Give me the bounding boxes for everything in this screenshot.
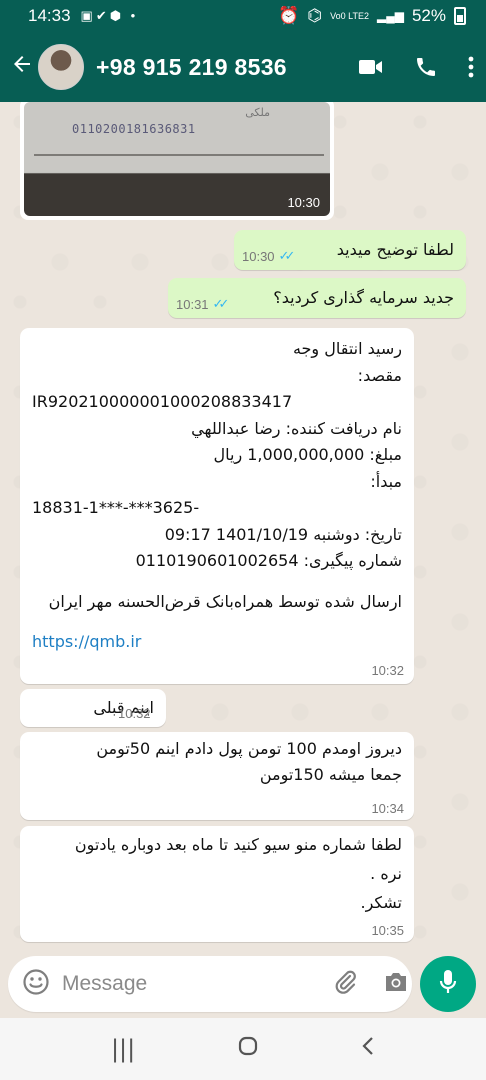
- battery-icon: [454, 7, 466, 25]
- chat-header: +98 915 219 8536: [0, 32, 486, 102]
- message-time: 10:31: [176, 296, 209, 312]
- home-icon[interactable]: [237, 1035, 259, 1063]
- back-arrow-icon[interactable]: [8, 52, 36, 83]
- outgoing-message[interactable]: لطفا توضیح میدید 10:30 ✓✓: [234, 230, 466, 270]
- status-time: 14:33: [28, 6, 71, 25]
- photo-divider: [34, 154, 324, 156]
- message-composer: [0, 952, 486, 1018]
- message-time: 10:32: [118, 706, 151, 721]
- incoming-message[interactable]: لطفا شماره منو سیو کنید تا ماه بعد دوبار…: [20, 826, 414, 942]
- outgoing-message[interactable]: جدید سرمایه گذاری کردید؟ 10:31 ✓✓: [168, 278, 466, 318]
- message-time: 10:30: [287, 195, 320, 210]
- receipt-recipient: نام دریافت کننده: رضا عبداللهي: [191, 418, 402, 438]
- back-nav-icon[interactable]: [361, 1035, 375, 1063]
- message-time: 10:30: [242, 248, 275, 264]
- alarm-icon: ⏰: [278, 6, 300, 25]
- receipt-tracking-number: شماره پیگیری: 0110190601002654: [135, 551, 402, 570]
- message-time: 10:34: [371, 801, 404, 816]
- receipt-iban: IR920210000001000208833417: [32, 392, 293, 411]
- message-text: لطفا توضیح میدید: [336, 240, 454, 259]
- receipt-link[interactable]: https://qmb.ir: [32, 629, 402, 656]
- incoming-message[interactable]: رسید انتقال وجه مقصد: IR9202100000010002…: [20, 328, 414, 684]
- message-text: دیروز اومدم 100 تومن پول دادم اینم 50توم…: [96, 739, 402, 758]
- more-options-icon[interactable]: [468, 56, 474, 78]
- receipt-source-label: مبدأ:: [370, 471, 402, 491]
- camera-icon[interactable]: [383, 970, 409, 998]
- message-input-container[interactable]: [8, 956, 412, 1012]
- read-ticks-icon: ✓✓: [212, 296, 230, 311]
- chat-area[interactable]: ملکی 0110200181636831 10:30 لطفا توضیح م…: [0, 102, 486, 952]
- read-ticks-icon: ✓✓: [278, 248, 296, 263]
- wifi-key-icon: ⌬: [307, 6, 323, 25]
- attach-icon[interactable]: [333, 969, 359, 999]
- message-text: نره .: [370, 864, 402, 883]
- network-indicator: Vo0 LTE2: [330, 10, 369, 21]
- contact-name[interactable]: +98 915 219 8536: [96, 54, 287, 81]
- message-text: لطفا شماره منو سیو کنید تا ماه بعد دوبار…: [74, 835, 402, 854]
- voice-message-button[interactable]: [420, 956, 476, 1012]
- status-bar: 14:33 ▣✔⬢ • ⏰ ⌬ Vo0 LTE2 ▂▄▆ 52%: [0, 0, 486, 32]
- system-nav-bar: |||: [0, 1018, 486, 1080]
- receipt-date: تاریخ: دوشنبه 1401/10/19 09:17: [164, 524, 402, 544]
- message-text: جمعا میشه 150تومن: [259, 765, 402, 784]
- microphone-icon: [438, 968, 458, 1000]
- phone-call-icon[interactable]: [414, 55, 438, 79]
- signal-icon: ▂▄▆: [377, 9, 404, 23]
- message-time: 10:32: [371, 663, 404, 678]
- receipt-sender-bank: ارسال شده توسط همراه‌بانک قرض‌الحسنه مهر…: [48, 591, 402, 611]
- video-call-icon[interactable]: [358, 57, 384, 77]
- photo-handwriting: ملکی: [245, 106, 270, 119]
- message-time: 10:35: [371, 923, 404, 938]
- recent-apps-icon[interactable]: |||: [111, 1035, 135, 1063]
- notification-icons: ▣✔⬢ •: [80, 8, 139, 23]
- incoming-message[interactable]: اینم قبلی 10:32: [20, 689, 166, 727]
- message-input[interactable]: [62, 972, 333, 996]
- receipt-photo[interactable]: ملکی 0110200181636831: [24, 102, 330, 216]
- receipt-title: رسید انتقال وجه: [292, 339, 402, 358]
- image-message[interactable]: ملکی 0110200181636831 10:30: [20, 102, 334, 220]
- receipt-destination-label: مقصد:: [357, 365, 402, 385]
- receipt-amount: مبلغ: 1,000,000,000 ریال: [213, 445, 402, 464]
- contact-avatar[interactable]: [38, 44, 84, 90]
- emoji-icon[interactable]: [22, 968, 50, 1000]
- receipt-source-account: 18831-1***-***3625-: [32, 498, 200, 517]
- battery-percent: 52%: [411, 6, 446, 25]
- incoming-message[interactable]: دیروز اومدم 100 تومن پول دادم اینم 50توم…: [20, 732, 414, 820]
- message-text: تشکر.: [360, 893, 402, 912]
- photo-doc-number: 0110200181636831: [72, 122, 196, 136]
- message-text: جدید سرمایه گذاری کردید؟: [273, 288, 454, 307]
